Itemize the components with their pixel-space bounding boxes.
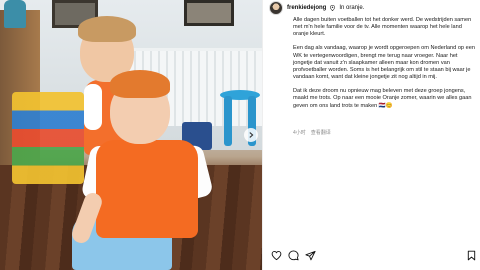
post-side-panel: frenkiedejong In oranje. Alle dagen buit… <box>262 0 480 270</box>
older-child-sleeve <box>84 84 102 130</box>
post-meta: 4小时 查看翻译 <box>293 129 331 136</box>
bookmark-icon[interactable] <box>466 250 477 261</box>
post-photo[interactable] <box>0 0 262 270</box>
share-icon[interactable] <box>305 250 316 261</box>
caption-paragraph: Een dag als vandaag, waarop je wordt opg… <box>293 45 475 81</box>
post-caption: Alle dagen buiten voetballen tot het don… <box>293 17 475 117</box>
caption-paragraph: Alle dagen buiten voetballen tot het don… <box>293 17 472 38</box>
action-bar <box>271 248 477 262</box>
comment-icon[interactable] <box>288 249 299 261</box>
heart-icon[interactable] <box>271 250 282 261</box>
carousel-next-button[interactable] <box>244 128 258 142</box>
location-pin-icon <box>330 5 336 11</box>
younger-child-hair <box>110 70 170 98</box>
younger-child-shirt <box>96 140 198 238</box>
caption-paragraph: Dat ik deze droom nu opnieuw mag beleven… <box>293 88 472 109</box>
chevron-right-icon <box>249 132 254 138</box>
translate-link[interactable]: 查看翻译 <box>311 129 331 136</box>
picture-frame <box>184 0 234 26</box>
older-child-hair <box>78 16 136 42</box>
post-header: frenkiedejong In oranje. <box>269 1 364 15</box>
location-link[interactable]: In oranje. <box>339 5 364 11</box>
post-time: 4小时 <box>293 130 306 136</box>
stool-leg <box>224 96 232 146</box>
avatar[interactable] <box>269 1 283 15</box>
vase <box>4 0 26 28</box>
toy-garage <box>12 92 84 184</box>
username-link[interactable]: frenkiedejong <box>287 5 326 11</box>
